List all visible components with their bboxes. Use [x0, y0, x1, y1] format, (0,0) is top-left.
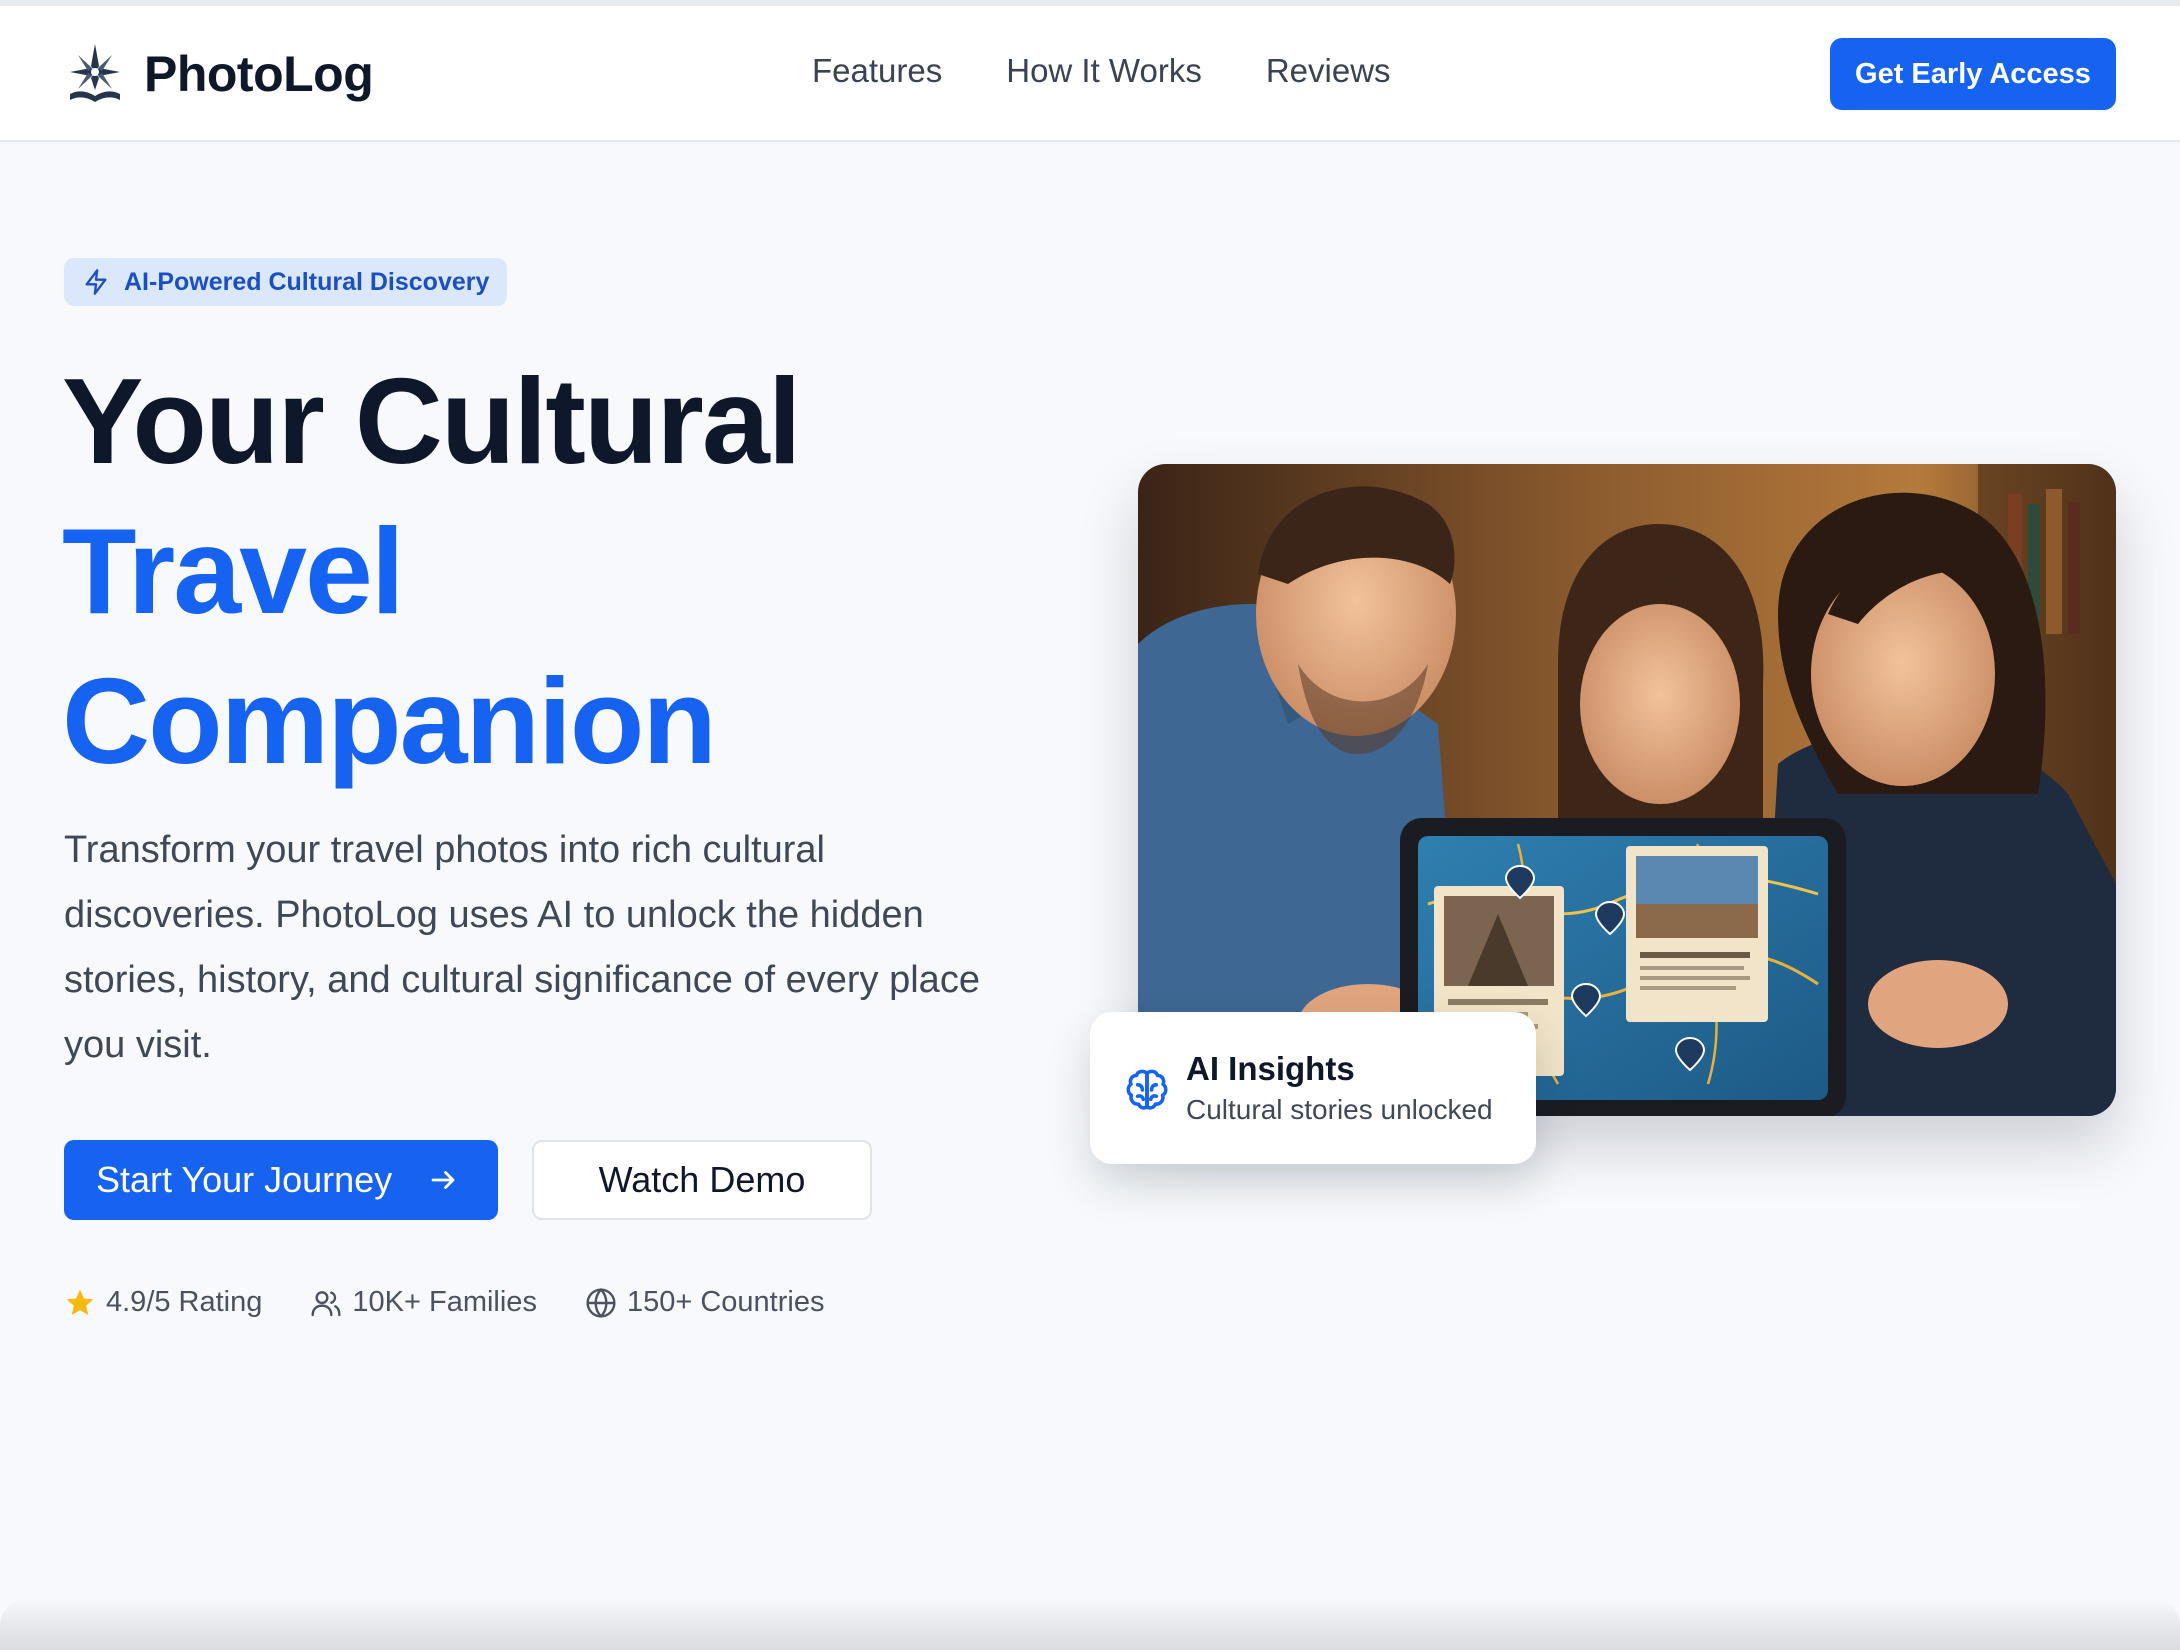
stat-countries-text: 150+ Countries	[626, 1286, 825, 1318]
get-early-access-button[interactable]: Get Early Access	[1830, 38, 2116, 110]
brand[interactable]: PhotoLog	[64, 42, 374, 106]
users-icon	[311, 1290, 341, 1316]
stat-families-text: 10K+ Families	[352, 1286, 537, 1318]
start-your-journey-label: Start Your Journey	[96, 1159, 393, 1200]
ai-insights-card: AI Insights Cultural stories unlocked	[1090, 1012, 1536, 1164]
nav-link-features[interactable]: Features	[812, 52, 942, 90]
arrow-right-icon	[431, 1171, 455, 1189]
globe-icon	[586, 1287, 616, 1318]
lightning-icon	[85, 269, 107, 295]
brain-icon	[1126, 1069, 1168, 1110]
watch-demo-button[interactable]: Watch Demo	[532, 1140, 872, 1220]
hero-description: Transform your travel photos into rich c…	[64, 829, 980, 1066]
ai-insights-subtitle: Cultural stories unlocked	[1186, 1094, 1493, 1125]
next-section-edge	[0, 1598, 2180, 1650]
nav-link-how-it-works[interactable]: How It Works	[1006, 52, 1202, 90]
main-nav: Features How It Works Reviews	[812, 52, 1391, 90]
nav-link-reviews[interactable]: Reviews	[1266, 52, 1391, 90]
ai-insights-title: AI Insights	[1186, 1050, 1355, 1087]
compass-star-book-icon	[70, 44, 120, 102]
start-your-journey-button[interactable]: Start Your Journey	[64, 1140, 498, 1220]
top-navbar: PhotoLog Features How It Works Reviews G…	[0, 6, 2180, 142]
headline-line-3: Companion	[62, 653, 717, 789]
hero-headline: Your Cultural Travel Companion	[62, 346, 802, 796]
stat-rating-text: 4.9/5 Rating	[106, 1286, 263, 1318]
stat-families: 10K+ Families	[310, 1286, 537, 1319]
brand-name: PhotoLog	[144, 46, 374, 102]
headline-line-1: Your Cultural	[62, 353, 802, 489]
hero-badge: AI-Powered Cultural Discovery	[64, 258, 508, 306]
hero-badge-text: AI-Powered Cultural Discovery	[124, 267, 490, 296]
headline-line-2: Travel	[62, 503, 405, 639]
stat-rating: 4.9/5 Rating	[64, 1286, 262, 1319]
star-icon	[66, 1289, 94, 1315]
stat-countries: 150+ Countries	[585, 1286, 825, 1319]
hero-stats: 4.9/5 Rating 10K+ Families 150+ Countrie…	[64, 1286, 824, 1319]
